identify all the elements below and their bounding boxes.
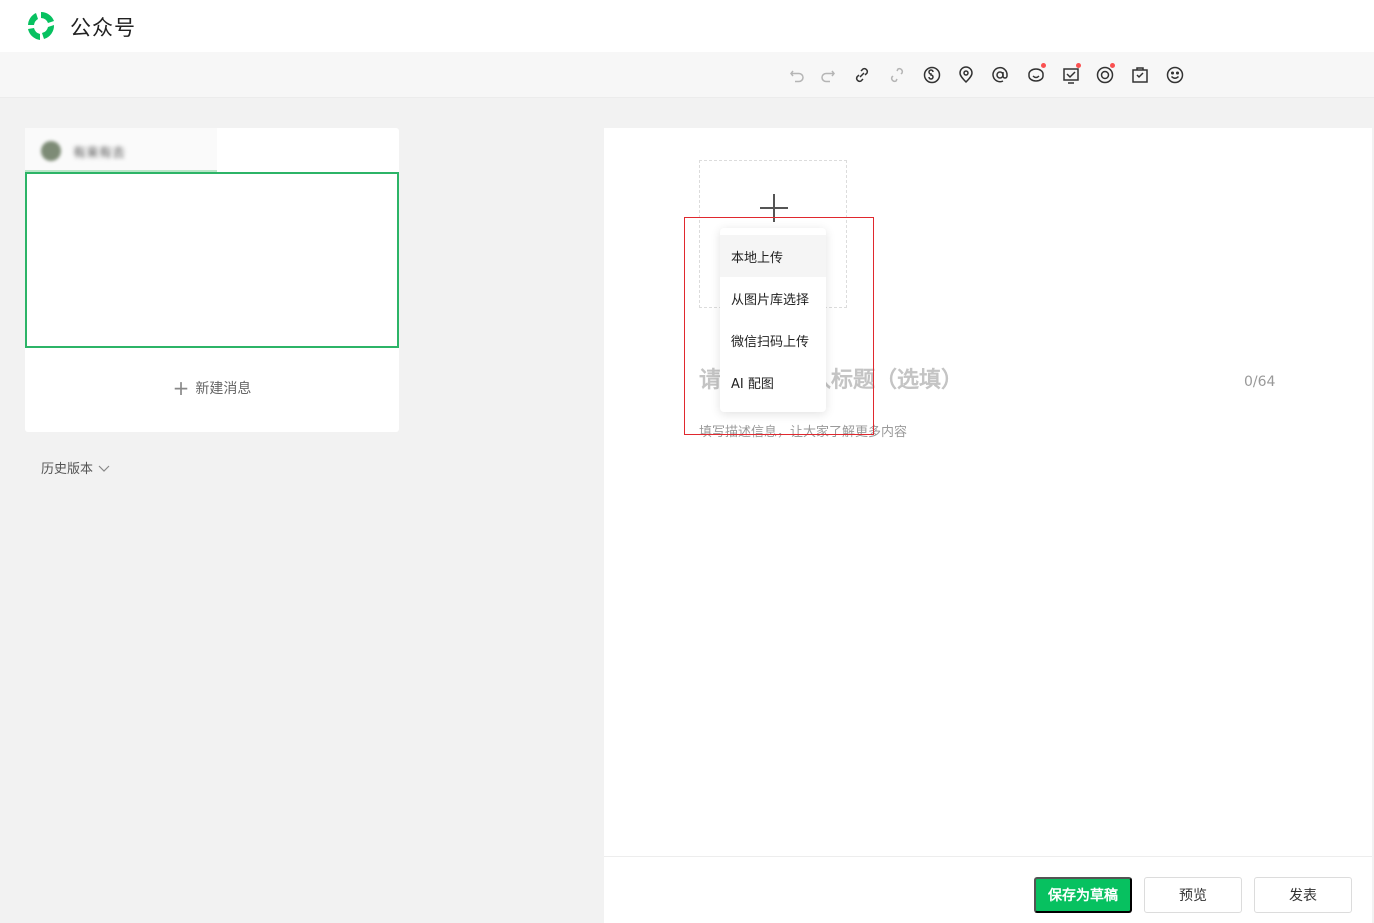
history-label: 历史版本 [41, 462, 94, 477]
account-row: 有来有去 [25, 128, 217, 174]
avatar [41, 141, 61, 161]
mention-icon[interactable] [989, 64, 1011, 86]
plus-icon [760, 194, 788, 222]
notification-dot [1110, 63, 1115, 68]
description-input[interactable] [699, 421, 1279, 443]
unlink-icon[interactable] [886, 64, 908, 86]
undo-icon[interactable] [786, 64, 808, 86]
menu-item-ai-image[interactable]: AI 配图 [720, 361, 826, 403]
live-icon[interactable] [1094, 63, 1116, 86]
location-icon[interactable] [955, 64, 977, 86]
publish-button[interactable]: 发表 [1254, 877, 1352, 913]
new-message-label: 新建消息 [195, 381, 252, 397]
preview-button[interactable]: 预览 [1144, 877, 1242, 913]
divider [604, 856, 1372, 857]
chevron-down-icon [98, 465, 110, 472]
top-bar: 公众号 [0, 0, 1374, 52]
cover-upload-menu: 本地上传 从图片库选择 微信扫码上传 AI 配图 [720, 228, 826, 412]
mini-program-icon[interactable] [921, 64, 943, 86]
video-channel-icon[interactable] [1025, 63, 1047, 86]
history-version-dropdown[interactable]: 历史版本 [41, 458, 110, 477]
editor-toolbar [0, 52, 1374, 98]
redo-icon[interactable] [817, 64, 839, 86]
app-title: 公众号 [70, 16, 136, 40]
wechat-official-account-logo-icon[interactable] [24, 9, 58, 43]
menu-item-image-library[interactable]: 从图片库选择 [720, 277, 826, 319]
menu-item-local-upload[interactable]: 本地上传 [720, 235, 826, 277]
notification-dot [1041, 63, 1046, 68]
plus-icon: + [172, 376, 190, 400]
title-char-count: 0/64 [1244, 374, 1276, 390]
emoji-icon[interactable] [1164, 64, 1186, 86]
poll-icon[interactable] [1060, 63, 1082, 86]
product-icon[interactable] [1129, 64, 1151, 86]
link-icon[interactable] [851, 64, 873, 86]
notification-dot [1076, 63, 1081, 68]
menu-item-wechat-scan-upload[interactable]: 微信扫码上传 [720, 319, 826, 361]
article-list-panel: 有来有去 + 新建消息 [25, 128, 399, 432]
new-message-button[interactable]: + 新建消息 [25, 376, 399, 400]
save-draft-button[interactable]: 保存为草稿 [1034, 877, 1132, 913]
article-card-selected[interactable] [25, 172, 399, 348]
account-name: 有来有去 [73, 146, 126, 161]
